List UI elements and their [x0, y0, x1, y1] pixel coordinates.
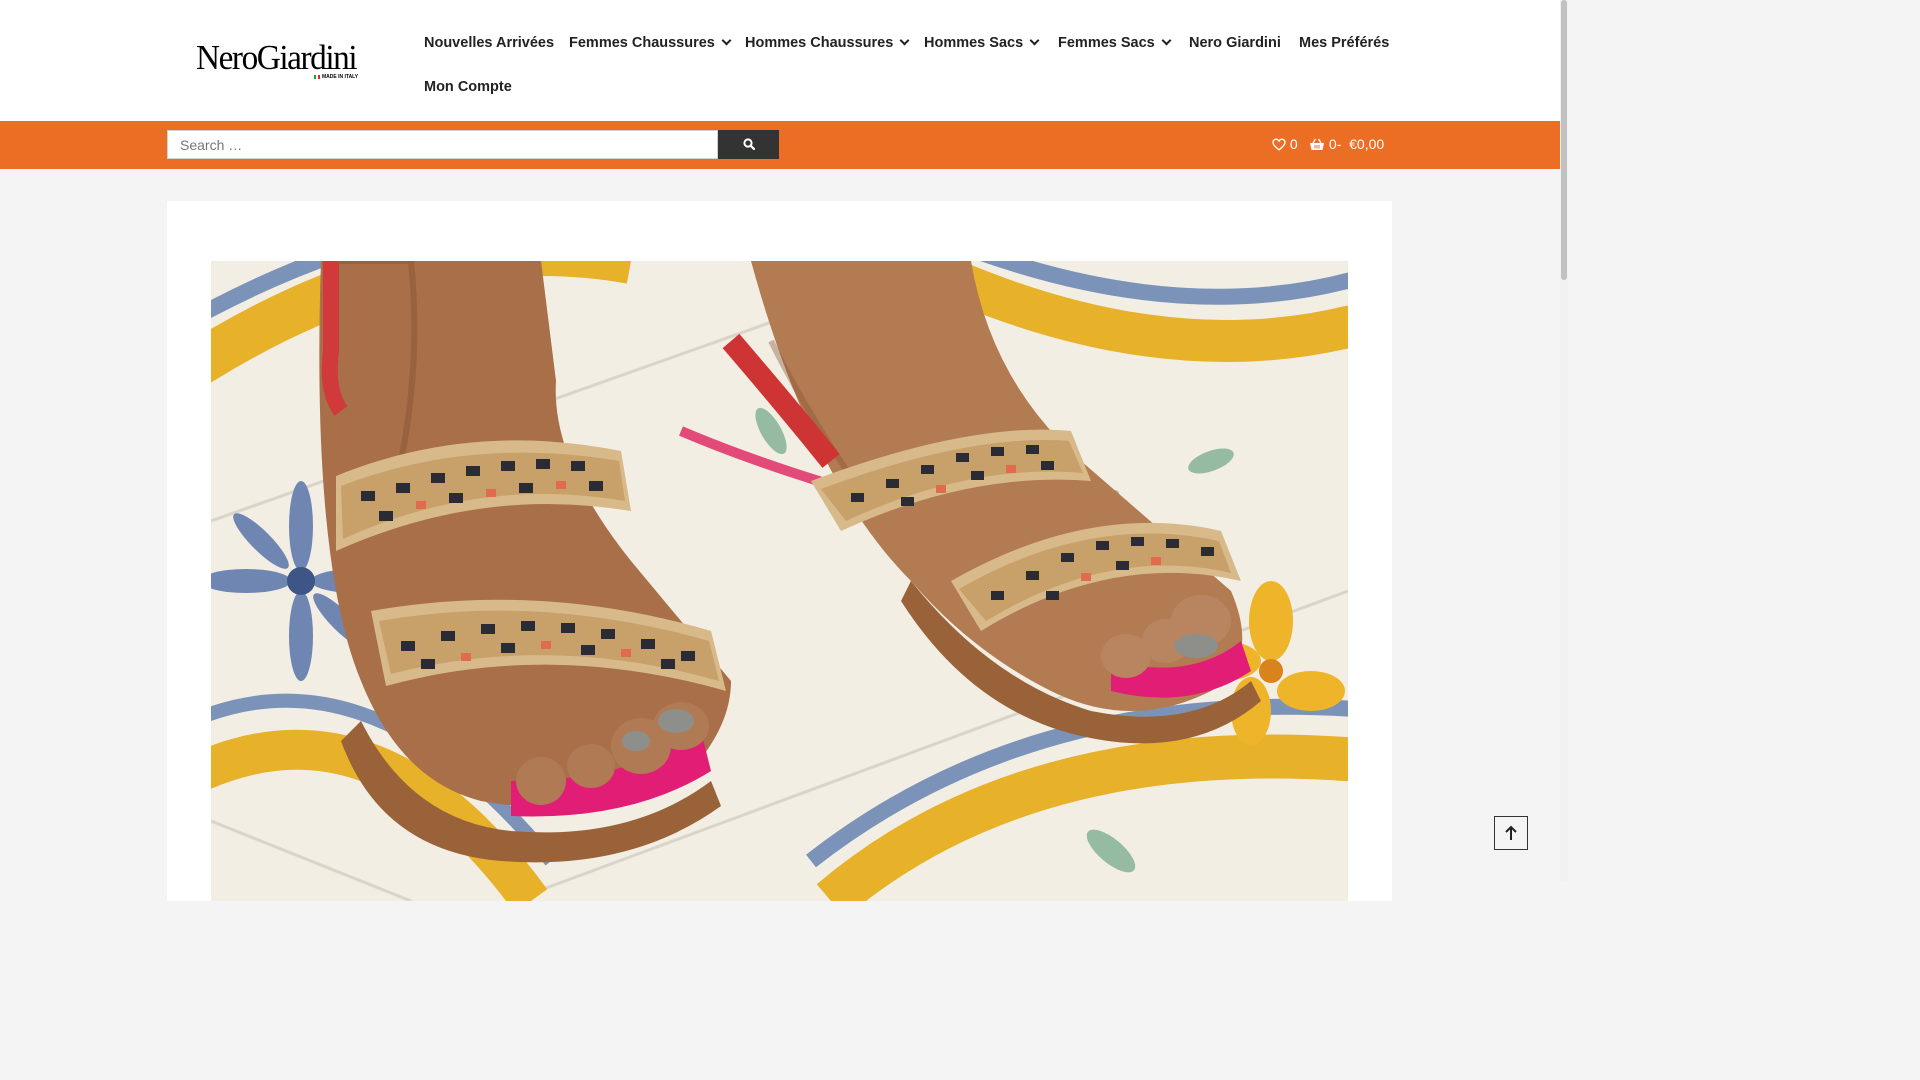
hero-image[interactable]	[211, 261, 1348, 901]
search-bar: 0 0- €0,00	[0, 121, 1560, 169]
main-content	[167, 201, 1392, 901]
cart-link[interactable]: 0- €0,00	[1309, 136, 1384, 152]
site-header: NeroGiardini MADE IN ITALY Nouvelles Arr…	[0, 0, 1560, 121]
heart-icon	[1272, 138, 1286, 151]
page-scrollbar[interactable]	[1560, 0, 1568, 882]
chevron-down-icon	[1029, 35, 1040, 46]
cart-separator: -	[1336, 136, 1342, 152]
search-input[interactable]	[167, 130, 718, 159]
site-logo[interactable]: NeroGiardini MADE IN ITALY	[196, 38, 358, 84]
cart-total: €0,00	[1349, 136, 1385, 152]
wishlist-count: 0	[1289, 136, 1298, 152]
scrollbar-thumb[interactable]	[1561, 0, 1567, 280]
sandals-photo	[211, 261, 1348, 901]
search-button[interactable]	[718, 130, 779, 159]
wishlist-link[interactable]: 0	[1272, 136, 1298, 152]
nav-item-mon-compte[interactable]: Mon Compte	[424, 79, 512, 95]
logo-wordmark: NeroGiardini	[196, 38, 358, 77]
basket-icon	[1310, 138, 1324, 150]
nav-item-hommes-sacs[interactable]: Hommes Sacs	[924, 35, 1040, 51]
chevron-down-icon	[899, 35, 910, 46]
nav-item-femmes-sacs[interactable]: Femmes Sacs	[1058, 35, 1172, 51]
logo-tagline: MADE IN ITALY	[314, 74, 358, 80]
chevron-down-icon	[721, 35, 732, 46]
chevron-down-icon	[1161, 35, 1172, 46]
nav-item-nouvelles-arrivees[interactable]: Nouvelles Arrivées	[424, 35, 554, 51]
nav-item-femmes-chaussures[interactable]: Femmes Chaussures	[569, 35, 732, 51]
search-icon	[743, 138, 755, 150]
nav-item-mes-preferes[interactable]: Mes Préférés	[1299, 35, 1389, 51]
italy-flag-icon	[314, 74, 320, 79]
arrow-up-icon	[1505, 825, 1517, 840]
nav-item-hommes-chaussures[interactable]: Hommes Chaussures	[745, 35, 910, 51]
back-to-top-button[interactable]	[1494, 816, 1528, 850]
nav-item-nero-giardini[interactable]: Nero Giardini	[1189, 35, 1281, 51]
cart-count: 0	[1328, 136, 1337, 152]
